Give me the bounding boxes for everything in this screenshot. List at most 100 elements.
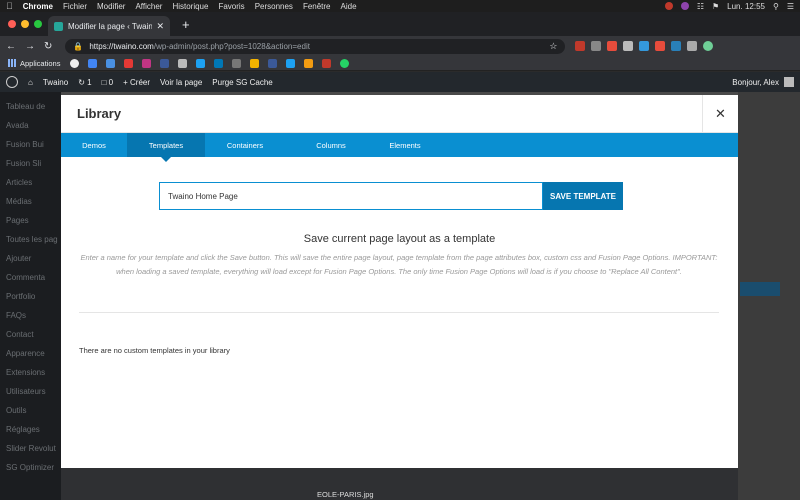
extension-icon[interactable] <box>671 41 682 51</box>
new-content-link[interactable]: + Créer <box>123 78 150 87</box>
tab-title: Modifier la page ‹ Twaino — W <box>68 21 153 31</box>
library-modal: Library ✕ Demos Templates Containers Col… <box>61 95 738 468</box>
bookmark-icon[interactable] <box>70 58 80 68</box>
profile-avatar[interactable] <box>703 41 714 51</box>
close-window-button[interactable] <box>8 20 16 28</box>
tab-demos[interactable]: Demos <box>61 133 127 157</box>
sidebar-item: Outils <box>6 406 27 415</box>
menu-favoris[interactable]: Favoris <box>218 2 244 11</box>
sidebar-item: Médias <box>6 197 32 206</box>
window-controls <box>8 20 47 28</box>
greeting[interactable]: Bonjour, Alex <box>732 78 779 87</box>
browser-toolbar: ← → ↻ 🔒 https://twaino.com/wp-admin/post… <box>0 36 800 56</box>
view-page-link[interactable]: Voir la page <box>160 78 202 87</box>
extension-icon[interactable] <box>655 41 666 51</box>
sidebar-item: FAQs <box>6 311 27 320</box>
bookmark-icon[interactable] <box>214 58 224 68</box>
bookmark-star-icon[interactable]: ☆ <box>549 41 557 52</box>
minimize-window-button[interactable] <box>21 20 29 28</box>
close-tab-icon[interactable]: ✕ <box>156 21 164 32</box>
bookmark-icon[interactable] <box>196 58 206 68</box>
search-icon[interactable]: ⚲ <box>773 2 779 11</box>
sidebar-item: Ajouter <box>6 254 32 263</box>
tab-containers[interactable]: Containers <box>205 133 285 157</box>
bookmark-icon[interactable] <box>106 58 116 68</box>
extension-icon[interactable] <box>591 41 602 51</box>
bookmark-icon[interactable] <box>178 58 188 68</box>
home-icon[interactable]: ⌂ <box>28 78 33 87</box>
menu-aide[interactable]: Aide <box>341 2 357 11</box>
whatsapp-icon[interactable] <box>340 58 350 68</box>
sidebar-item: Extensions <box>6 368 46 377</box>
sidebar-item: Commenta <box>6 273 46 282</box>
comments-link[interactable]: □ 0 <box>102 78 114 87</box>
bookmark-icon[interactable] <box>322 58 332 68</box>
wifi-icon[interactable]: ☷ <box>697 2 704 11</box>
sidebar-item: Pages <box>6 216 29 225</box>
bookmark-icon[interactable] <box>160 58 170 68</box>
extension-icon[interactable] <box>639 41 650 51</box>
macos-menubar:  Chrome Fichier Modifier Afficher Histo… <box>0 0 800 12</box>
sidebar-item: Tableau de <box>6 102 46 111</box>
apps-bookmark[interactable]: Applications <box>8 59 60 68</box>
file-name: EOLE-PARIS.jpg <box>317 490 374 499</box>
lock-icon: 🔒 <box>73 41 84 51</box>
flag-fr-icon[interactable]: ⚑ <box>712 2 719 11</box>
bookmark-icon[interactable] <box>304 58 314 68</box>
close-icon[interactable]: ✕ <box>702 95 738 133</box>
browser-tab[interactable]: Modifier la page ‹ Twaino — W ✕ <box>48 16 170 36</box>
tab-elements[interactable]: Elements <box>377 133 433 157</box>
reload-icon[interactable]: ↻ <box>44 41 52 52</box>
avatar[interactable] <box>784 77 794 87</box>
sidebar-item: SG Optimizer <box>6 463 55 472</box>
divider <box>79 312 719 313</box>
bookmark-icon[interactable] <box>268 58 278 68</box>
menu-modifier[interactable]: Modifier <box>97 2 125 11</box>
menu-personnes[interactable]: Personnes <box>255 2 293 11</box>
bookmark-icon[interactable] <box>124 58 134 68</box>
address-bar[interactable]: 🔒 https://twaino.com/wp-admin/post.php?p… <box>65 38 566 54</box>
extension-icon[interactable] <box>575 41 586 51</box>
bookmark-icon[interactable] <box>250 58 260 68</box>
save-template-button[interactable]: SAVE TEMPLATE <box>543 182 623 210</box>
bookmark-icon[interactable] <box>286 58 296 68</box>
menu-icon[interactable]: ☰ <box>787 2 794 11</box>
menu-fenetre[interactable]: Fenêtre <box>303 2 331 11</box>
apps-label: Applications <box>20 58 61 68</box>
bookmark-icon[interactable] <box>88 58 98 68</box>
menu-historique[interactable]: Historique <box>172 2 208 11</box>
back-icon[interactable]: ← <box>6 41 16 52</box>
wp-bottom-bar: EOLE-PARIS.jpg <box>61 468 738 500</box>
wordpress-logo-icon[interactable] <box>6 76 18 88</box>
bookmark-icon[interactable] <box>232 58 242 68</box>
wp-admin-bar: ⌂ Twaino ↻ 1 □ 0 + Créer Voir la page Pu… <box>0 72 800 92</box>
new-tab-button[interactable]: + <box>182 17 190 32</box>
wp-sidebar: Tableau de Avada Fusion Bui Fusion Sli A… <box>0 92 61 500</box>
extension-icon[interactable] <box>687 41 698 51</box>
save-template-row: SAVE TEMPLATE <box>159 182 623 210</box>
bookmarks-bar: Applications <box>0 56 800 71</box>
apple-icon[interactable]:  <box>6 1 13 11</box>
template-name-input[interactable] <box>159 182 543 210</box>
sidebar-item: Réglages <box>6 425 40 434</box>
tab-columns[interactable]: Columns <box>285 133 377 157</box>
comments-count: 0 <box>108 77 114 87</box>
tab-templates[interactable]: Templates <box>127 133 205 162</box>
extension-icon[interactable] <box>623 41 634 51</box>
status-icon[interactable] <box>664 2 673 10</box>
updates-link[interactable]: ↻ 1 <box>78 78 91 87</box>
menu-fichier[interactable]: Fichier <box>63 2 87 11</box>
menu-chrome[interactable]: Chrome <box>23 2 53 11</box>
purge-cache-link[interactable]: Purge SG Cache <box>212 78 272 87</box>
clock[interactable]: Lun. 12:55 <box>727 2 765 11</box>
forward-icon[interactable]: → <box>25 41 35 52</box>
menu-afficher[interactable]: Afficher <box>135 2 162 11</box>
library-tabs: Demos Templates Containers Columns Eleme… <box>61 133 738 162</box>
status-icon[interactable] <box>680 2 689 10</box>
publish-button-dim <box>740 282 780 296</box>
extension-icon[interactable] <box>607 41 618 51</box>
site-name[interactable]: Twaino <box>43 78 68 87</box>
extensions <box>575 41 719 51</box>
maximize-window-button[interactable] <box>34 20 42 28</box>
bookmark-icon[interactable] <box>142 58 152 68</box>
